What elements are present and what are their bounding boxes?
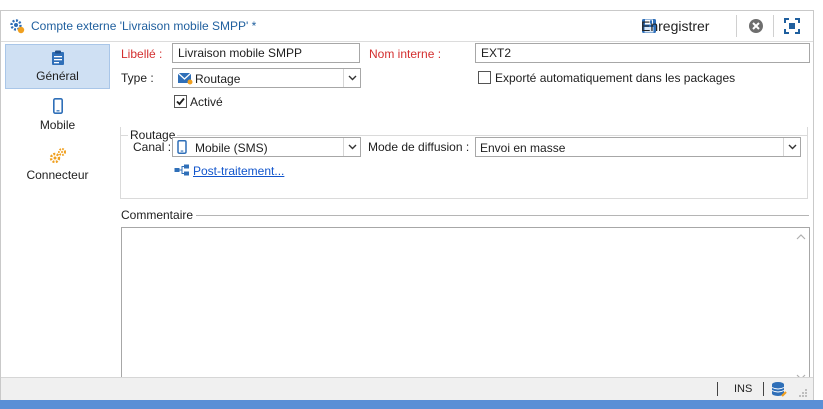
sidebar: Général Mobile Connecteur — [1, 42, 114, 377]
checkmark-icon — [176, 97, 185, 106]
channel-dropdown-arrow[interactable] — [343, 138, 360, 156]
sidebar-item-mobile[interactable]: Mobile — [5, 98, 110, 138]
comment-separator — [195, 215, 809, 216]
internal-name-caption: Nom interne : — [369, 47, 442, 61]
toolbar-separator — [773, 15, 774, 37]
exported-caption: Exporté automatiquement dans les package… — [495, 71, 736, 85]
resize-grip-icon[interactable] — [798, 388, 808, 398]
type-value: Routage — [195, 72, 241, 86]
title-bar: Compte externe 'Livraison mobile SMPP' *… — [1, 11, 813, 42]
channel-select[interactable]: Mobile (SMS) — [172, 137, 361, 157]
window-bottom-edge — [0, 400, 823, 409]
comment-title: Commentaire — [121, 208, 197, 222]
label-input[interactable] — [172, 43, 360, 63]
post-processing-link[interactable]: Post-traitement... — [193, 164, 284, 178]
delivery-mode-caption: Mode de diffusion : — [368, 140, 470, 154]
status-separator — [763, 382, 764, 396]
comment-textarea[interactable] — [121, 227, 810, 387]
gear-account-icon — [10, 19, 25, 34]
type-select[interactable]: Routage — [172, 68, 361, 88]
chevron-down-icon — [348, 75, 356, 81]
chevron-down-icon — [788, 144, 796, 150]
type-caption: Type : — [121, 71, 154, 85]
exported-checkbox[interactable] — [478, 71, 491, 84]
status-separator — [717, 382, 718, 396]
save-button[interactable]: Enregistrer — [641, 15, 709, 37]
delivery-mode-value: Envoi en masse — [480, 141, 566, 155]
clipboard-icon — [51, 50, 64, 65]
delivery-mode-select[interactable]: Envoi en masse — [475, 137, 801, 157]
cancel-icon[interactable] — [747, 17, 765, 35]
internal-name-input[interactable] — [475, 43, 810, 63]
type-dropdown-arrow[interactable] — [343, 69, 360, 87]
routing-envelope-icon — [177, 72, 193, 85]
gears-icon — [49, 148, 66, 164]
channel-caption: Canal : — [133, 140, 172, 154]
chevron-down-icon — [348, 144, 356, 150]
status-bar: INS — [1, 377, 813, 400]
delivery-mode-dropdown-arrow[interactable] — [783, 138, 800, 156]
mobile-phone-icon — [177, 140, 187, 154]
sidebar-item-general[interactable]: Général — [5, 44, 110, 89]
workflow-icon — [174, 164, 189, 176]
toolbar-separator — [736, 15, 737, 37]
window-title: Compte externe 'Livraison mobile SMPP' * — [31, 19, 257, 33]
active-checkbox[interactable] — [174, 95, 187, 108]
label-caption: Libellé : — [121, 47, 163, 61]
external-account-window: Compte externe 'Livraison mobile SMPP' *… — [0, 10, 814, 400]
maximize-icon[interactable] — [783, 17, 801, 35]
channel-value: Mobile (SMS) — [195, 141, 268, 155]
database-icon[interactable] — [771, 381, 787, 397]
sidebar-item-label: Mobile — [39, 118, 76, 132]
scroll-up-icon[interactable] — [796, 232, 806, 242]
save-button-label: Enregistrer — [641, 18, 710, 34]
sidebar-item-connector[interactable]: Connecteur — [5, 148, 110, 192]
active-caption: Activé — [190, 95, 223, 109]
sidebar-item-label: Général — [36, 69, 79, 83]
mobile-phone-icon — [52, 98, 63, 114]
sidebar-item-label: Connecteur — [26, 168, 89, 182]
insert-mode-indicator: INS — [734, 383, 753, 395]
